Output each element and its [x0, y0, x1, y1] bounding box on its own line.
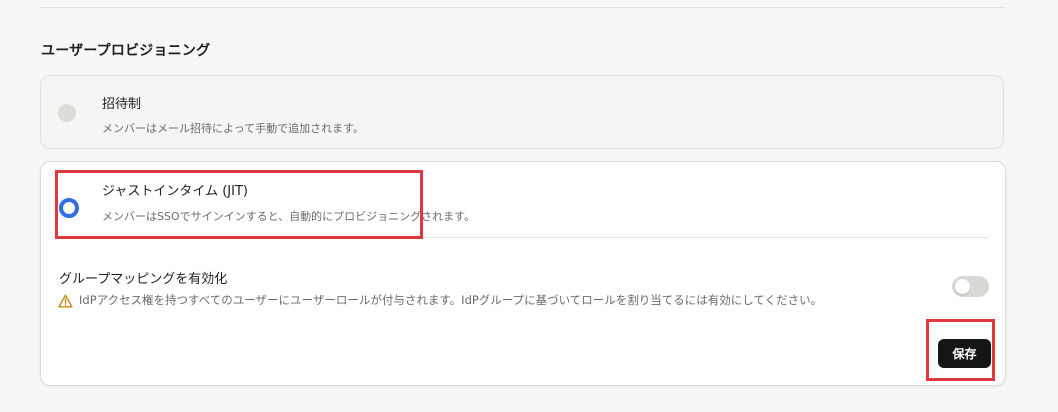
card-divider — [55, 237, 989, 238]
provisioning-option-invite[interactable]: 招待制 メンバーはメール招待によって手動で追加されます。 — [40, 75, 1004, 149]
group-mapping-toggle[interactable] — [952, 276, 989, 297]
group-mapping-title: グループマッピングを有効化 — [59, 272, 228, 287]
option-jit-title: ジャストインタイム (JIT) — [102, 184, 248, 199]
option-jit-description: メンバーはSSOでサインインすると、自動的にプロビジョニングされます。 — [102, 210, 476, 223]
radio-button-invite[interactable] — [58, 104, 76, 122]
toggle-knob — [955, 279, 970, 294]
option-invite-description: メンバーはメール招待によって手動で追加されます。 — [102, 122, 365, 135]
radio-button-jit[interactable] — [59, 198, 79, 218]
provisioning-option-jit[interactable]: ジャストインタイム (JIT) メンバーはSSOでサインインすると、自動的にプロ… — [55, 170, 475, 240]
warning-triangle-icon — [58, 293, 73, 308]
group-mapping-warning: IdPアクセス権を持つすべてのユーザーにユーザーロールが付与されます。IdPグル… — [58, 292, 822, 308]
option-invite-title: 招待制 — [102, 97, 142, 112]
provisioning-option-jit-card: ジャストインタイム (JIT) メンバーはSSOでサインインすると、自動的にプロ… — [40, 161, 1006, 386]
section-title: ユーザープロビジョニング — [41, 43, 211, 59]
save-button[interactable]: 保存 — [938, 339, 991, 368]
group-mapping-warning-text: IdPアクセス権を持つすべてのユーザーにユーザーロールが付与されます。IdPグル… — [79, 293, 823, 307]
top-divider — [40, 7, 1006, 8]
